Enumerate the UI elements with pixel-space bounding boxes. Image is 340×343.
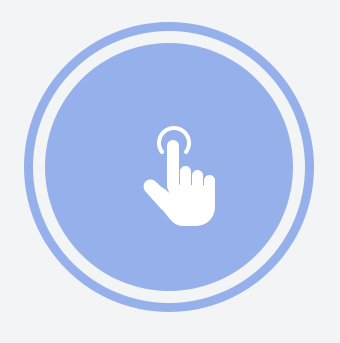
tap-hand-icon	[140, 124, 228, 228]
tap-prompt-screen	[0, 0, 340, 343]
